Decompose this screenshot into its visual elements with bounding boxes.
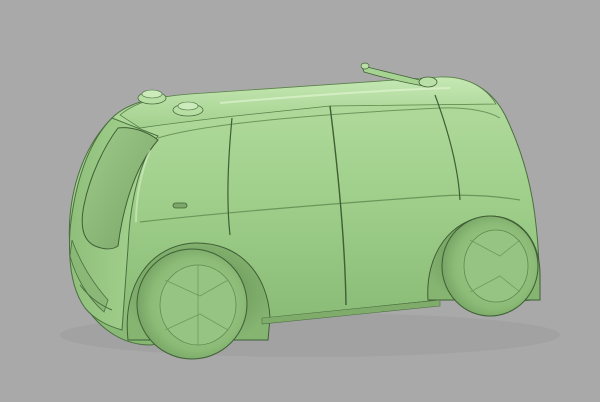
- roof-antenna-tip: [360, 62, 370, 70]
- door-handle: [172, 202, 188, 209]
- roof-sensor-left-top: [141, 89, 163, 99]
- vehicle-render: [60, 62, 560, 360]
- roof-antenna-base: [418, 76, 438, 88]
- render-viewport: [0, 0, 600, 402]
- roof-sensor-right-top: [177, 101, 199, 111]
